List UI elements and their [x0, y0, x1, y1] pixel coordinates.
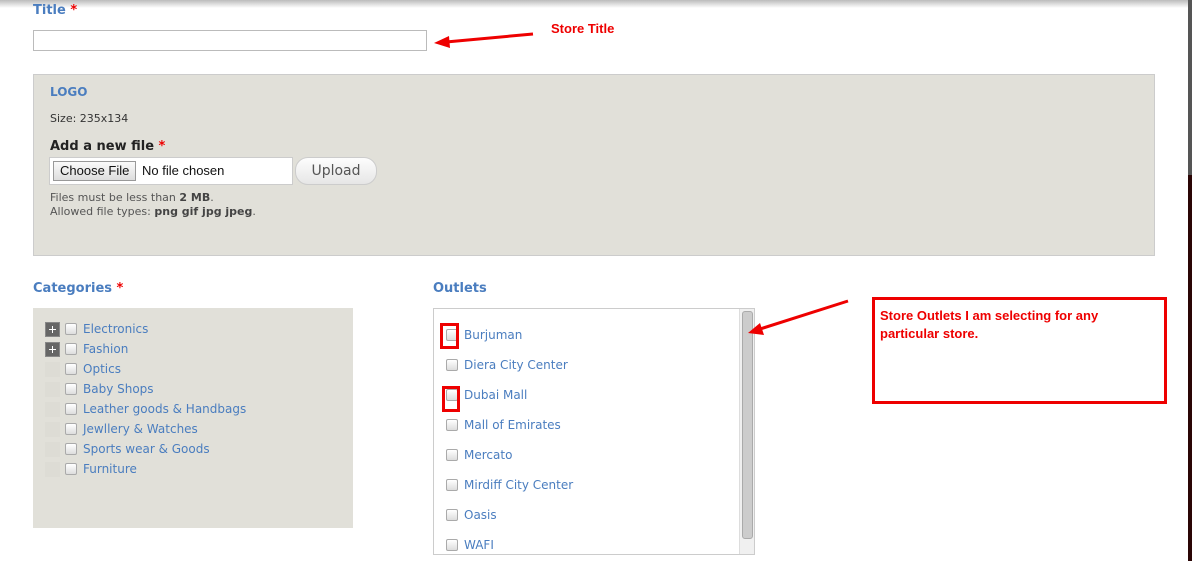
arrow-to-title-input: [434, 32, 534, 48]
annotation-arrows: [434, 32, 849, 335]
arrow-to-outlets: [748, 299, 849, 335]
